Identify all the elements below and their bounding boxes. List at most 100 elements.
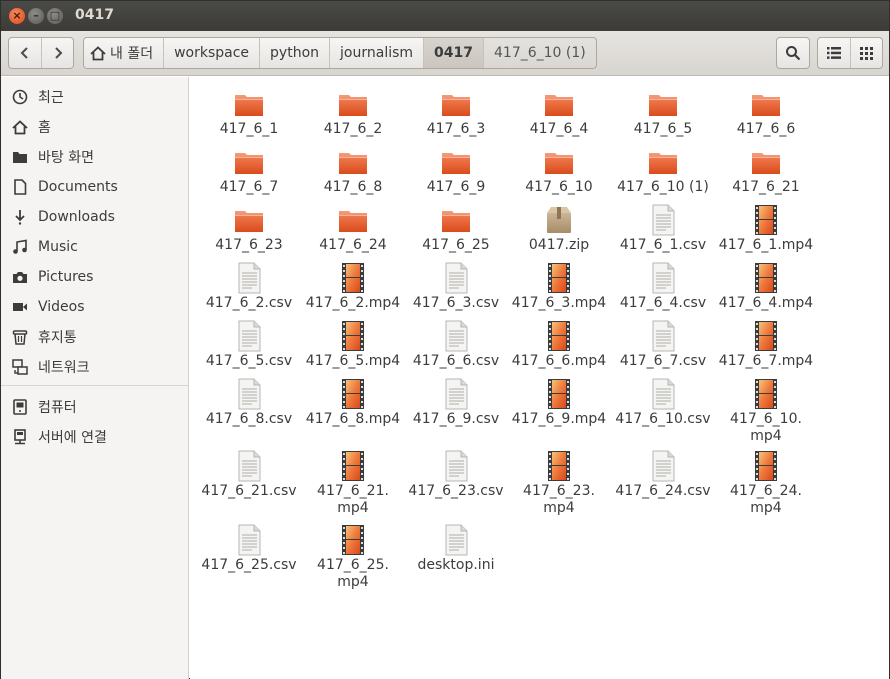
grid-view-button[interactable] [850, 38, 882, 68]
video-file-icon [548, 451, 570, 481]
folder-item[interactable]: 417_6_3 [404, 87, 508, 138]
file-item[interactable]: 417_6_23. mp4 [507, 449, 611, 517]
file-item[interactable]: 417_6_24.csv [611, 449, 715, 500]
sidebar-item-label: 최근 [38, 90, 64, 106]
file-item[interactable]: 417_6_4.csv [611, 261, 715, 312]
video-icon [11, 298, 29, 316]
breadcrumb-label: 내 폴더 [110, 46, 154, 62]
file-item[interactable]: 417_6_6.mp4 [507, 319, 611, 370]
breadcrumb-journalism[interactable]: journalism [330, 38, 425, 68]
file-item[interactable]: 417_6_1.mp4 [714, 203, 818, 254]
file-item[interactable]: 417_6_1.csv [611, 203, 715, 254]
sidebar-item-desktop[interactable]: 바탕 화면 [1, 142, 188, 172]
folder-item[interactable]: 417_6_10 (1) [611, 145, 715, 196]
file-name: 417_6_7 [219, 179, 279, 195]
sidebar-item-connect-server[interactable]: 서버에 연결 [1, 422, 188, 452]
file-item[interactable]: 417_6_8.mp4 [301, 377, 405, 428]
back-button[interactable] [9, 38, 41, 68]
sidebar-item-music[interactable]: Music [1, 232, 188, 262]
file-name: 417_6_3.csv [412, 295, 500, 311]
file-item[interactable]: 417_6_10. mp4 [714, 377, 818, 445]
file-item[interactable]: 417_6_6.csv [404, 319, 508, 370]
forward-button[interactable] [41, 38, 73, 68]
folder-item[interactable]: 417_6_7 [197, 145, 301, 196]
breadcrumb-forward-history[interactable]: 417_6_10 (1) [484, 38, 596, 68]
music-icon [11, 238, 29, 256]
file-item[interactable]: 417_6_21.csv [197, 449, 301, 500]
video-file-icon [755, 205, 777, 235]
folder-item[interactable]: 417_6_1 [197, 87, 301, 138]
sidebar-item-documents[interactable]: Documents [1, 172, 188, 202]
file-name: 417_6_23. mp4 [523, 483, 595, 516]
file-item[interactable]: 417_6_21. mp4 [301, 449, 405, 517]
file-name: 417_6_24.csv [615, 483, 711, 499]
file-item[interactable]: desktop.ini [404, 523, 508, 574]
breadcrumb-workspace[interactable]: workspace [164, 38, 261, 68]
view-toggle [817, 37, 883, 69]
folder-item[interactable]: 417_6_2 [301, 87, 405, 138]
text-file-icon [238, 320, 261, 352]
folder-item[interactable]: 417_6_25 [404, 203, 508, 254]
sidebar-item-pictures[interactable]: Pictures [1, 262, 188, 292]
folder-item[interactable]: 417_6_21 [714, 145, 818, 196]
sidebar-item-label: 네트워크 [38, 360, 90, 376]
file-item[interactable]: 417_6_9.csv [404, 377, 508, 428]
video-file-icon [548, 379, 570, 409]
search-button[interactable] [776, 37, 810, 69]
breadcrumb-current[interactable]: 0417 [424, 38, 485, 68]
folder-item[interactable]: 417_6_23 [197, 203, 301, 254]
folder-item[interactable]: 417_6_4 [507, 87, 611, 138]
file-name: 417_6_23 [215, 237, 283, 253]
file-item[interactable]: 417_6_25. mp4 [301, 523, 405, 591]
file-item[interactable]: 417_6_3.mp4 [507, 261, 611, 312]
video-file-icon [342, 451, 364, 481]
file-item[interactable]: 417_6_7.mp4 [714, 319, 818, 370]
folder-item[interactable]: 417_6_9 [404, 145, 508, 196]
file-item[interactable]: 417_6_5.mp4 [301, 319, 405, 370]
folder-item[interactable]: 417_6_5 [611, 87, 715, 138]
folder-icon [545, 153, 573, 174]
breadcrumb-python[interactable]: python [260, 38, 331, 68]
document-icon [11, 178, 29, 196]
folder-item[interactable]: 417_6_10 [507, 145, 611, 196]
sidebar-item-trash[interactable]: 휴지통 [1, 322, 188, 352]
sidebar-item-computer[interactable]: 컴퓨터 [1, 392, 188, 422]
file-name: 417_6_21 [732, 179, 800, 195]
sidebar-item-videos[interactable]: Videos [1, 292, 188, 322]
file-name: 417_6_3.mp4 [511, 295, 607, 311]
file-item[interactable]: 417_6_4.mp4 [714, 261, 818, 312]
file-item[interactable]: 417_6_9.mp4 [507, 377, 611, 428]
file-item[interactable]: 417_6_3.csv [404, 261, 508, 312]
sidebar-item-home[interactable]: 홈 [1, 112, 188, 142]
text-file-icon [652, 204, 675, 236]
breadcrumb-label: 417_6_10 (1) [494, 45, 586, 61]
folder-item[interactable]: 417_6_8 [301, 145, 405, 196]
text-file-icon [445, 378, 468, 410]
file-item[interactable]: 417_6_5.csv [197, 319, 301, 370]
file-item[interactable]: 417_6_2.mp4 [301, 261, 405, 312]
sidebar-item-downloads[interactable]: Downloads [1, 202, 188, 232]
maximize-window-button[interactable]: □ [47, 8, 63, 24]
file-item[interactable]: 417_6_8.csv [197, 377, 301, 428]
close-window-button[interactable]: × [9, 8, 25, 24]
video-file-icon [548, 321, 570, 351]
file-item[interactable]: 417_6_2.csv [197, 261, 301, 312]
sidebar-item-recent[interactable]: 최근 [1, 82, 188, 112]
folder-icon [649, 153, 677, 174]
breadcrumb-home[interactable]: 내 폴더 [84, 38, 165, 68]
sidebar-item-network[interactable]: 네트워크 [1, 352, 188, 382]
file-item[interactable]: 417_6_24. mp4 [714, 449, 818, 517]
folder-item[interactable]: 417_6_24 [301, 203, 405, 254]
folder-icon [545, 95, 573, 116]
list-view-button[interactable] [818, 38, 850, 68]
file-item[interactable]: 0417.zip [507, 203, 611, 254]
home-icon [90, 45, 106, 60]
file-item[interactable]: 417_6_25.csv [197, 523, 301, 574]
sidebar-item-label: Pictures [38, 269, 94, 285]
file-item[interactable]: 417_6_10.csv [611, 377, 715, 428]
file-item[interactable]: 417_6_23.csv [404, 449, 508, 500]
folder-item[interactable]: 417_6_6 [714, 87, 818, 138]
file-item[interactable]: 417_6_7.csv [611, 319, 715, 370]
minimize-window-button[interactable]: – [28, 8, 44, 24]
video-file-icon [342, 379, 364, 409]
